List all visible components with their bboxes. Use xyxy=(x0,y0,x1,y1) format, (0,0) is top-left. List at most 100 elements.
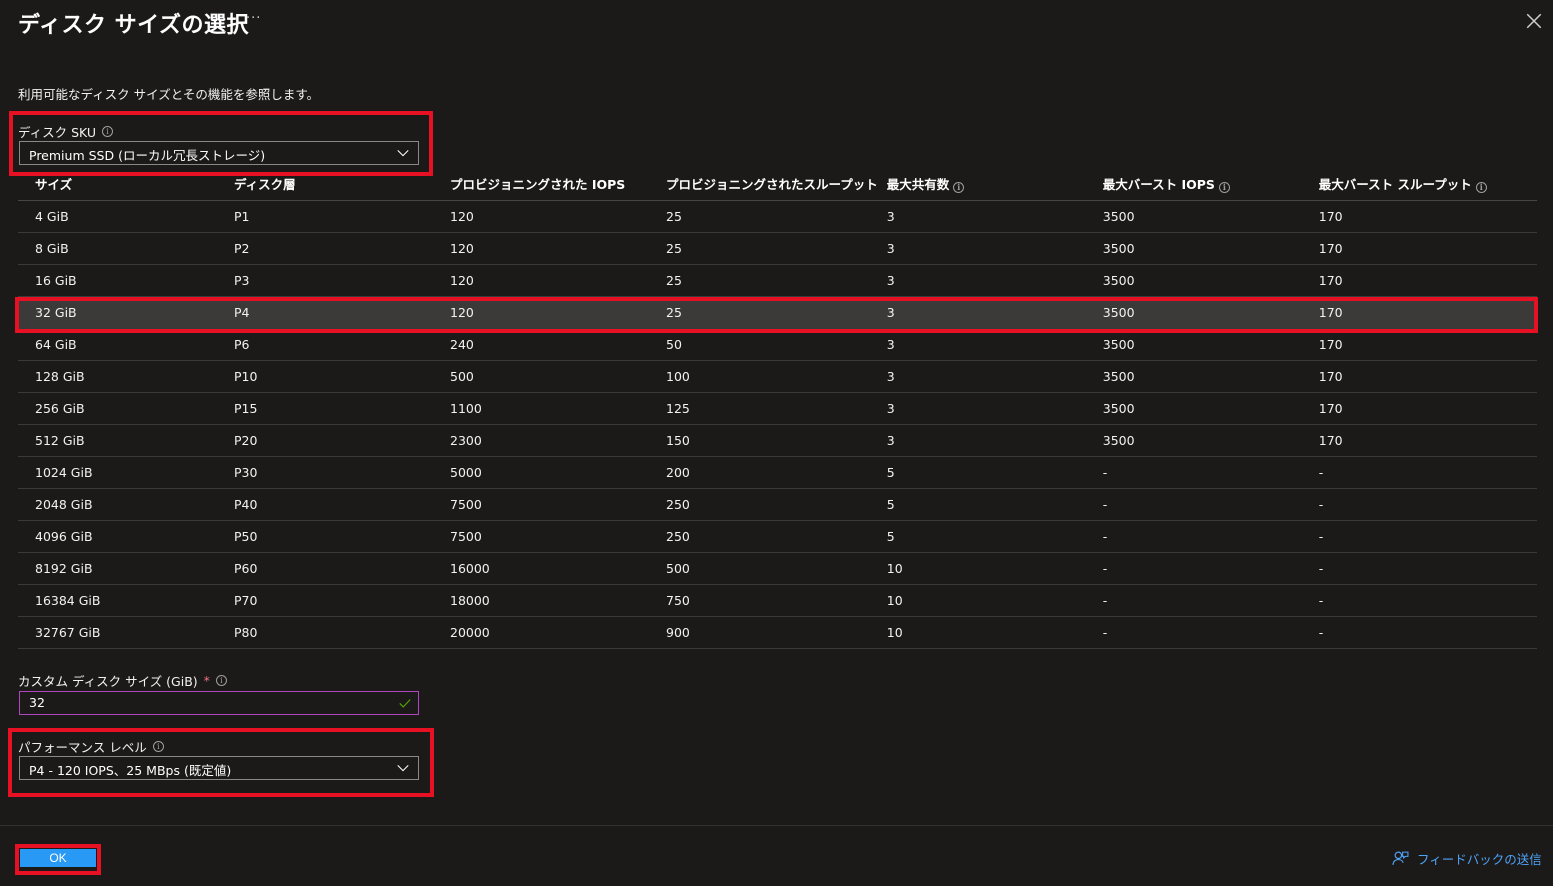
cell-max-shares: 3 xyxy=(877,264,1094,297)
cell-tier: P70 xyxy=(234,584,450,617)
cell-max-shares: 3 xyxy=(877,232,1094,265)
cell-max-burst-iops: - xyxy=(1093,488,1310,521)
table-row[interactable]: 256 GiB P15 1100 125 3 3500 170 xyxy=(18,392,1537,425)
table-row[interactable]: 16384 GiB P70 18000 750 10- - xyxy=(18,584,1537,617)
column-header-iops[interactable]: プロビジョニングされた IOPS xyxy=(450,168,666,201)
cell-iops: 20000 xyxy=(450,616,666,649)
cell-max-burst-throughput: - xyxy=(1309,488,1537,521)
table-row[interactable]: 32 GiB P4 120 25 3 3500 170 xyxy=(18,296,1537,329)
table-row[interactable]: 8 GiB P2 120 25 3 3500 170 xyxy=(18,232,1537,265)
cell-max-burst-iops: - xyxy=(1093,616,1310,649)
cell-throughput: 25 xyxy=(666,296,878,329)
cell-max-burst-throughput: 170 xyxy=(1309,296,1537,329)
column-header-max-shares[interactable]: 最大共有数 i xyxy=(877,168,1094,201)
cell-size: 1024 GiB xyxy=(18,456,234,489)
cell-max-burst-throughput: - xyxy=(1309,552,1537,585)
cell-max-shares: 3 xyxy=(877,424,1094,457)
cell-max-burst-throughput: 170 xyxy=(1309,424,1537,457)
performance-value: P4 - 120 IOPS、25 MBps (既定値) xyxy=(29,763,232,778)
cell-max-burst-throughput: - xyxy=(1309,520,1537,553)
cell-tier: P3 xyxy=(234,264,450,297)
cell-throughput: 25 xyxy=(666,200,878,233)
disk-sku-label-text: ディスク SKU xyxy=(18,125,97,140)
cell-size: 512 GiB xyxy=(18,424,234,457)
cell-size: 4 GiB xyxy=(18,200,234,233)
cell-max-burst-throughput: 170 xyxy=(1309,232,1537,265)
table-row[interactable]: 2048 GiB P40 7500 250 5- - xyxy=(18,488,1537,521)
cell-iops: 120 xyxy=(450,200,666,233)
cell-iops: 5000 xyxy=(450,456,666,489)
cell-throughput: 250 xyxy=(666,520,878,553)
table-row[interactable]: 16 GiB P3 120 25 3 3500 170 xyxy=(18,264,1537,297)
custom-size-input[interactable]: 32 xyxy=(19,691,419,715)
info-icon[interactable]: i xyxy=(215,675,227,686)
cell-throughput: 100 xyxy=(666,360,878,393)
footer-divider xyxy=(0,825,1553,826)
cell-tier: P2 xyxy=(234,232,450,265)
table-header-row: サイズ ディスク層 プロビジョニングされた IOPS プロビジョニングされたスル… xyxy=(18,168,1537,201)
table-row[interactable]: 64 GiB P6 240 50 3 3500 170 xyxy=(18,328,1537,361)
cell-max-burst-iops: 3500 xyxy=(1093,296,1310,329)
table-row[interactable]: 32767 GiB P80 20000 900 10- - xyxy=(18,616,1537,649)
cell-max-burst-iops: - xyxy=(1093,456,1310,489)
cell-size: 64 GiB xyxy=(18,328,234,361)
cell-tier: P40 xyxy=(234,488,450,521)
cell-throughput: 750 xyxy=(666,584,878,617)
more-options-button[interactable]: ··· xyxy=(246,11,261,26)
page-title: ディスク サイズの選択 xyxy=(18,13,249,38)
cell-max-burst-iops: - xyxy=(1093,552,1310,585)
disk-sku-dropdown[interactable]: Premium SSD (ローカル冗長ストレージ) xyxy=(19,141,419,165)
info-icon[interactable]: i xyxy=(953,181,965,193)
cell-throughput: 150 xyxy=(666,424,878,457)
info-icon[interactable]: i xyxy=(152,741,164,752)
table-row[interactable]: 4 GiB P1 120 25 3 3500 170 xyxy=(18,200,1537,233)
cell-throughput: 250 xyxy=(666,488,878,521)
column-header-throughput[interactable]: プロビジョニングされたスループット xyxy=(666,168,878,201)
cell-max-burst-iops: 3500 xyxy=(1093,232,1310,265)
column-header-max-burst-iops[interactable]: 最大バースト IOPS i xyxy=(1093,168,1310,201)
cell-max-shares: 3 xyxy=(877,328,1094,361)
cell-max-burst-iops: 3500 xyxy=(1093,360,1310,393)
performance-label-text: パフォーマンス レベル xyxy=(18,740,147,755)
cell-iops: 2300 xyxy=(450,424,666,457)
cell-max-burst-iops: 3500 xyxy=(1093,424,1310,457)
cell-size: 256 GiB xyxy=(18,392,234,425)
custom-size-label: カスタム ディスク サイズ (GiB) * i xyxy=(18,671,227,690)
column-header-max-burst-throughput[interactable]: 最大バースト スループット i xyxy=(1309,168,1537,201)
table-row[interactable]: 512 GiB P20 2300 150 3 3500 170 xyxy=(18,424,1537,457)
cell-max-shares: 5 xyxy=(877,488,1094,521)
info-icon[interactable]: i xyxy=(102,126,114,137)
cell-tier: P1 xyxy=(234,200,450,233)
checkmark-icon xyxy=(399,699,411,708)
performance-dropdown[interactable]: P4 - 120 IOPS、25 MBps (既定値) xyxy=(19,756,419,780)
feedback-link[interactable]: フィードバックの送信 xyxy=(1392,849,1542,868)
page-description: 利用可能なディスク サイズとその機能を参照します。 xyxy=(18,87,320,102)
cell-max-burst-throughput: 170 xyxy=(1309,200,1537,233)
cell-size: 8 GiB xyxy=(18,232,234,265)
cell-max-burst-throughput: - xyxy=(1309,584,1537,617)
cell-size: 32767 GiB xyxy=(18,616,234,649)
close-icon[interactable] xyxy=(1525,12,1543,30)
ok-button[interactable]: OK xyxy=(20,849,96,867)
info-icon[interactable]: i xyxy=(1218,181,1230,193)
cell-max-burst-iops: 3500 xyxy=(1093,200,1310,233)
table-row[interactable]: 128 GiB P10 500 100 3 3500 170 xyxy=(18,360,1537,393)
table-row[interactable]: 1024 GiB P30 5000 200 5- - xyxy=(18,456,1537,489)
cell-max-shares: 5 xyxy=(877,456,1094,489)
cell-throughput: 500 xyxy=(666,552,878,585)
required-mark: * xyxy=(203,673,210,688)
cell-iops: 7500 xyxy=(450,488,666,521)
column-header-tier[interactable]: ディスク層 xyxy=(234,168,450,201)
cell-throughput: 125 xyxy=(666,392,878,425)
table-row[interactable]: 4096 GiB P50 7500 250 5- - xyxy=(18,520,1537,553)
cell-max-burst-iops: 3500 xyxy=(1093,328,1310,361)
cell-tier: P50 xyxy=(234,520,450,553)
column-header-size[interactable]: サイズ xyxy=(18,168,234,201)
disk-sku-label: ディスク SKU i xyxy=(18,122,114,141)
info-icon[interactable]: i xyxy=(1475,181,1487,193)
cell-size: 2048 GiB xyxy=(18,488,234,521)
table-row[interactable]: 8192 GiB P60 16000 500 10- - xyxy=(18,552,1537,585)
chevron-down-icon xyxy=(397,150,409,157)
cell-max-burst-throughput: 170 xyxy=(1309,264,1537,297)
cell-max-shares: 3 xyxy=(877,296,1094,329)
